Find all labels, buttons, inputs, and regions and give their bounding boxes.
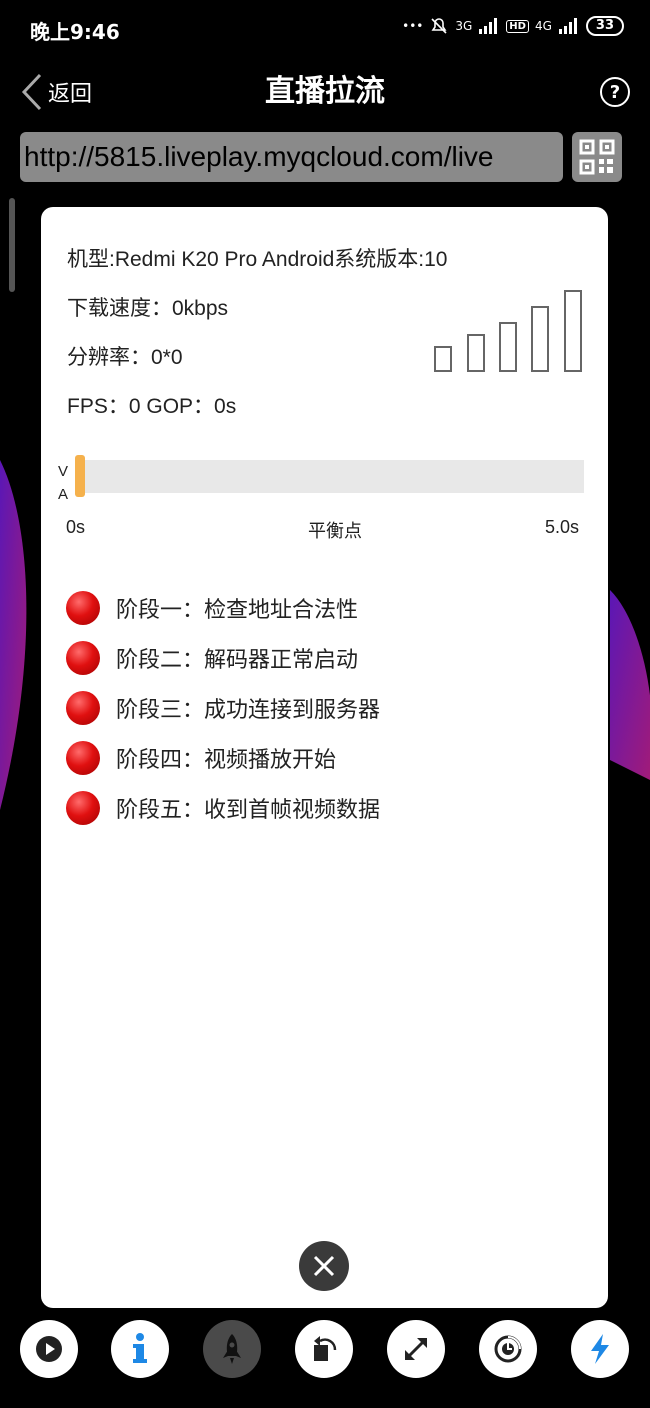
speed-icon bbox=[494, 1335, 522, 1363]
stage-label: 阶段二：解码器正常启动 bbox=[116, 648, 359, 673]
qr-scan-button[interactable] bbox=[572, 132, 622, 182]
status-dot-icon bbox=[66, 641, 100, 675]
fullscreen-icon bbox=[405, 1338, 427, 1360]
chevron-left-icon bbox=[21, 73, 42, 111]
stage-label: 阶段五：收到首帧视频数据 bbox=[116, 798, 381, 823]
status-icons: ••• 3G HD 4G 33 bbox=[402, 16, 624, 36]
buffer-marker bbox=[75, 455, 85, 497]
status-dot-icon bbox=[66, 791, 100, 825]
help-icon: ? bbox=[609, 81, 621, 103]
stage-label: 阶段一：检查地址合法性 bbox=[116, 598, 359, 623]
scroll-indicator[interactable] bbox=[9, 198, 15, 292]
stage-label: 阶段三：成功连接到服务器 bbox=[116, 698, 381, 723]
close-icon bbox=[313, 1255, 335, 1277]
download-speed: 下载速度：0kbps bbox=[67, 297, 229, 320]
stage-item: 阶段一：检查地址合法性 bbox=[66, 590, 358, 626]
stage-item: 阶段四：视频播放开始 bbox=[66, 740, 336, 776]
back-button[interactable]: 返回 bbox=[20, 72, 92, 112]
more-dots-icon: ••• bbox=[402, 19, 424, 33]
back-label: 返回 bbox=[48, 82, 93, 107]
lightning-icon bbox=[591, 1334, 609, 1364]
play-icon bbox=[36, 1336, 62, 1362]
network-quality-icon bbox=[434, 290, 582, 372]
speed-button[interactable] bbox=[479, 1320, 537, 1378]
rotate-icon bbox=[314, 1336, 337, 1361]
resolution: 分辨率：0*0 bbox=[67, 346, 183, 369]
rocket-button[interactable] bbox=[203, 1320, 261, 1378]
network-4g-label: 4G bbox=[534, 19, 552, 33]
buffer-track bbox=[77, 460, 584, 493]
signal-icon-2 bbox=[558, 18, 577, 34]
stream-url-input[interactable] bbox=[20, 132, 563, 182]
status-dot-icon bbox=[66, 691, 100, 725]
buffer-start-label: 0s bbox=[66, 517, 86, 537]
log-panel: 机型:Redmi K20 Pro Android系统版本:10 下载速度：0kb… bbox=[41, 207, 608, 1308]
status-time: 晚上9:46 bbox=[30, 20, 120, 44]
battery-indicator: 33 bbox=[585, 16, 624, 36]
buffer-balance-label: 平衡点 bbox=[308, 521, 362, 541]
fps-gop: FPS：0 GOP：0s bbox=[67, 395, 237, 418]
rotate-button[interactable] bbox=[295, 1320, 353, 1378]
stage-item: 阶段五：收到首帧视频数据 bbox=[66, 790, 380, 826]
stage-label: 阶段四：视频播放开始 bbox=[116, 748, 337, 773]
help-button[interactable]: ? bbox=[600, 77, 630, 107]
info-button[interactable] bbox=[111, 1320, 169, 1378]
fullscreen-button[interactable] bbox=[387, 1320, 445, 1378]
video-label: V bbox=[58, 463, 69, 480]
rocket-icon bbox=[223, 1334, 241, 1364]
device-info: 机型:Redmi K20 Pro Android系统版本:10 bbox=[67, 248, 448, 271]
status-dot-icon bbox=[66, 741, 100, 775]
status-dot-icon bbox=[66, 591, 100, 625]
hd-badge: HD bbox=[506, 19, 529, 33]
info-icon bbox=[133, 1333, 147, 1363]
hardware-accel-button[interactable] bbox=[571, 1320, 629, 1378]
buffer-end-label: 5.0s bbox=[545, 517, 580, 537]
signal-icon bbox=[479, 18, 498, 34]
mute-bell-icon bbox=[431, 18, 447, 34]
close-panel-button[interactable] bbox=[299, 1241, 349, 1291]
stage-item: 阶段三：成功连接到服务器 bbox=[66, 690, 380, 726]
audio-label: A bbox=[58, 486, 69, 503]
stage-item: 阶段二：解码器正常启动 bbox=[66, 640, 358, 676]
play-button[interactable] bbox=[20, 1320, 78, 1378]
qr-code-icon bbox=[579, 139, 615, 175]
page-title: 直播拉流 bbox=[265, 74, 385, 109]
network-3g-label: 3G bbox=[455, 19, 473, 33]
status-bar: 晚上9:46 ••• 3G HD 4G 33 bbox=[0, 0, 650, 60]
